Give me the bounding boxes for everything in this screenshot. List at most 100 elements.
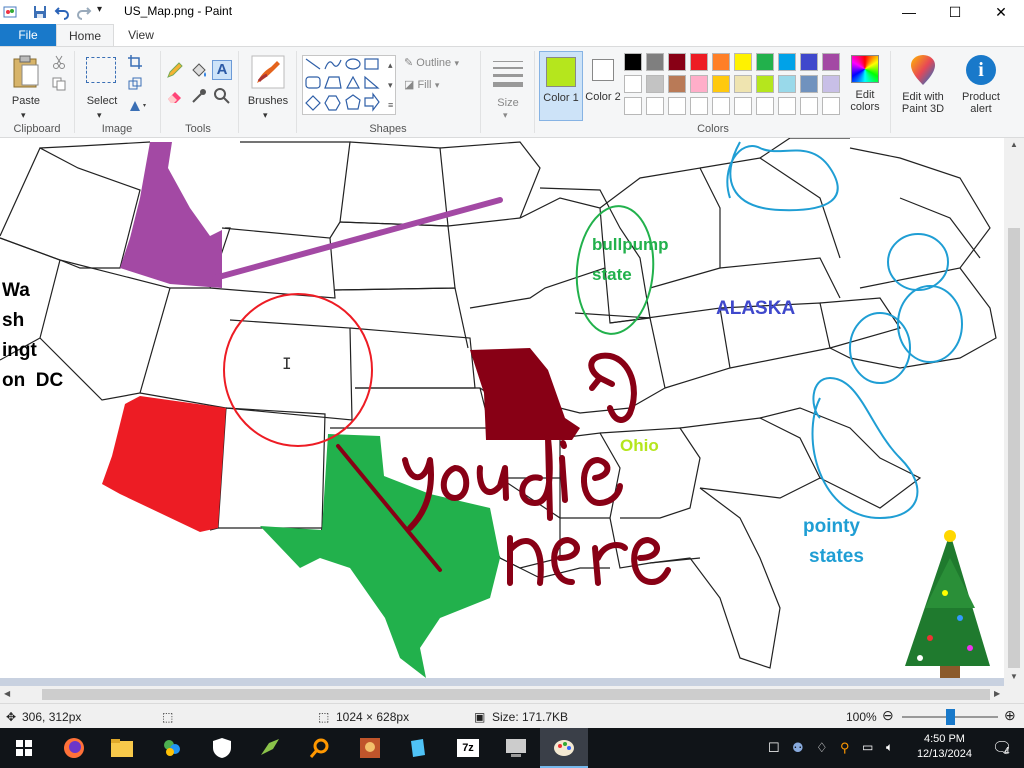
scroll-right-icon[interactable]: ▶ [994,689,1000,698]
palette-color-swatch[interactable] [668,75,686,93]
fill-dropdown[interactable]: ◪ Fill ▾ [404,77,439,95]
palette-custom-slot[interactable] [800,97,818,115]
tab-file[interactable]: File [0,24,56,46]
palette-custom-slot[interactable] [668,97,686,115]
taskbar-app-10[interactable] [492,728,540,768]
palette-custom-slot[interactable] [734,97,752,115]
palette-custom-slot[interactable] [646,97,664,115]
palette-color-swatch[interactable] [778,75,796,93]
pointy-states-label: pointy states [803,516,864,567]
task-view-icon[interactable]: ☐ [768,740,780,756]
save-icon[interactable] [32,4,48,20]
taskbar-firefox[interactable] [50,728,98,768]
volume-mute-icon[interactable]: 🔈︎ [886,740,893,755]
close-button[interactable]: ✕ [978,0,1024,24]
crop-icon[interactable] [128,55,142,69]
palette-color-swatch[interactable] [712,53,730,71]
color2-button[interactable]: Color 2 [584,51,622,121]
palette-custom-slot[interactable] [690,97,708,115]
people-icon[interactable]: ⚉ [792,740,804,756]
rotate-icon[interactable] [128,99,148,113]
palette-color-swatch[interactable] [624,53,642,71]
palette-color-swatch[interactable] [712,75,730,93]
palette-color-swatch[interactable] [646,75,664,93]
edit-paint3d-button[interactable]: Edit with Paint 3D [895,53,951,123]
computer-icon [506,739,526,757]
palette-color-swatch[interactable] [734,75,752,93]
palette-color-swatch[interactable] [756,75,774,93]
scroll-down-icon[interactable]: ▼ [1010,672,1018,681]
palette-color-swatch[interactable] [756,53,774,71]
palette-color-swatch[interactable] [822,53,840,71]
fill-icon[interactable] [190,61,208,79]
tab-home[interactable]: Home [56,24,114,46]
taskbar-search[interactable] [296,728,344,768]
vertical-scrollbar[interactable]: ▲ ▼ [1004,138,1024,686]
taskbar-7zip[interactable]: 7z [444,728,492,768]
taskbar-security[interactable] [198,728,246,768]
resize-icon[interactable] [128,77,142,91]
shapes-gallery[interactable] [302,55,396,115]
copy-icon[interactable] [52,77,66,91]
palette-color-swatch[interactable] [822,75,840,93]
tray-search-icon[interactable]: ⚲ [840,740,850,756]
zoom-out-icon[interactable]: ⊖ [882,707,894,724]
taskbar-app-5[interactable] [246,728,294,768]
palette-custom-slot[interactable] [778,97,796,115]
cut-icon[interactable] [52,55,66,69]
palette-custom-slot[interactable] [756,97,774,115]
palette-color-swatch[interactable] [668,53,686,71]
tab-view[interactable]: View [118,24,164,46]
palette-custom-slot[interactable] [822,97,840,115]
minimize-button[interactable]: — [886,0,932,24]
magnifier-icon[interactable] [213,87,231,105]
vertical-scroll-thumb[interactable] [1008,228,1020,668]
zoom-slider-thumb[interactable] [946,709,955,725]
redo-icon[interactable] [76,4,92,20]
zoom-in-icon[interactable]: ⊕ [1004,707,1016,724]
palette-color-swatch[interactable] [800,53,818,71]
network-icon[interactable]: ▭ [862,740,873,754]
paste-button[interactable]: Paste ▾ [6,53,46,123]
taskbar-app-7[interactable] [346,728,394,768]
palette-color-swatch[interactable] [690,53,708,71]
drawing-canvas[interactable]: Wa sh ingt on DC bullpump state ALASKA O… [0,138,1004,678]
pencil-icon[interactable] [166,61,184,79]
palette-color-swatch[interactable] [646,53,664,71]
taskbar-app-8[interactable] [394,728,442,768]
shapes-scroll[interactable]: ▴ ▾ ≡ [388,55,398,115]
palette-color-swatch[interactable] [778,53,796,71]
select-dropdown-icon: ▾ [97,110,102,120]
tray-water-icon[interactable]: ♢ [816,740,828,756]
eraser-icon[interactable] [166,87,184,105]
palette-color-swatch[interactable] [734,53,752,71]
palette-color-swatch[interactable] [624,75,642,93]
taskbar-paint[interactable] [540,728,588,768]
palette-custom-slot[interactable] [712,97,730,115]
maximize-button[interactable]: ☐ [932,0,978,24]
text-tool-icon[interactable]: A [212,60,232,80]
color1-button[interactable]: Color 1 [539,51,583,121]
taskbar-file-explorer[interactable] [98,728,146,768]
horizontal-scroll-thumb[interactable] [42,689,990,700]
scroll-left-icon[interactable]: ◀ [4,689,10,698]
undo-icon[interactable] [54,4,70,20]
brushes-button[interactable]: Brushes ▾ [244,53,292,123]
edit-colors-button[interactable]: Edit colors [846,53,884,123]
scroll-up-icon[interactable]: ▲ [1010,140,1018,149]
outline-dropdown[interactable]: ✎ Outline ▾ [404,55,459,73]
select-button[interactable]: Select ▾ [80,53,124,123]
horizontal-scrollbar[interactable]: ◀ ▶ [0,686,1024,703]
app-icon [164,740,180,756]
color-picker-icon[interactable] [190,87,208,105]
product-alert-button[interactable]: i Product alert [956,53,1006,123]
customize-qat-icon[interactable]: ▾ [97,4,102,15]
palette-color-swatch[interactable] [800,75,818,93]
palette-color-swatch[interactable] [690,75,708,93]
size-button[interactable]: Size ▾ [486,53,530,123]
system-clock[interactable]: 4:50 PM 12/13/2024 [917,732,972,762]
palette-custom-slot[interactable] [624,97,642,115]
start-button[interactable] [0,728,48,768]
taskbar-app-3[interactable] [148,728,196,768]
action-center-button[interactable]: 🗨︎ 4 [990,736,1014,760]
